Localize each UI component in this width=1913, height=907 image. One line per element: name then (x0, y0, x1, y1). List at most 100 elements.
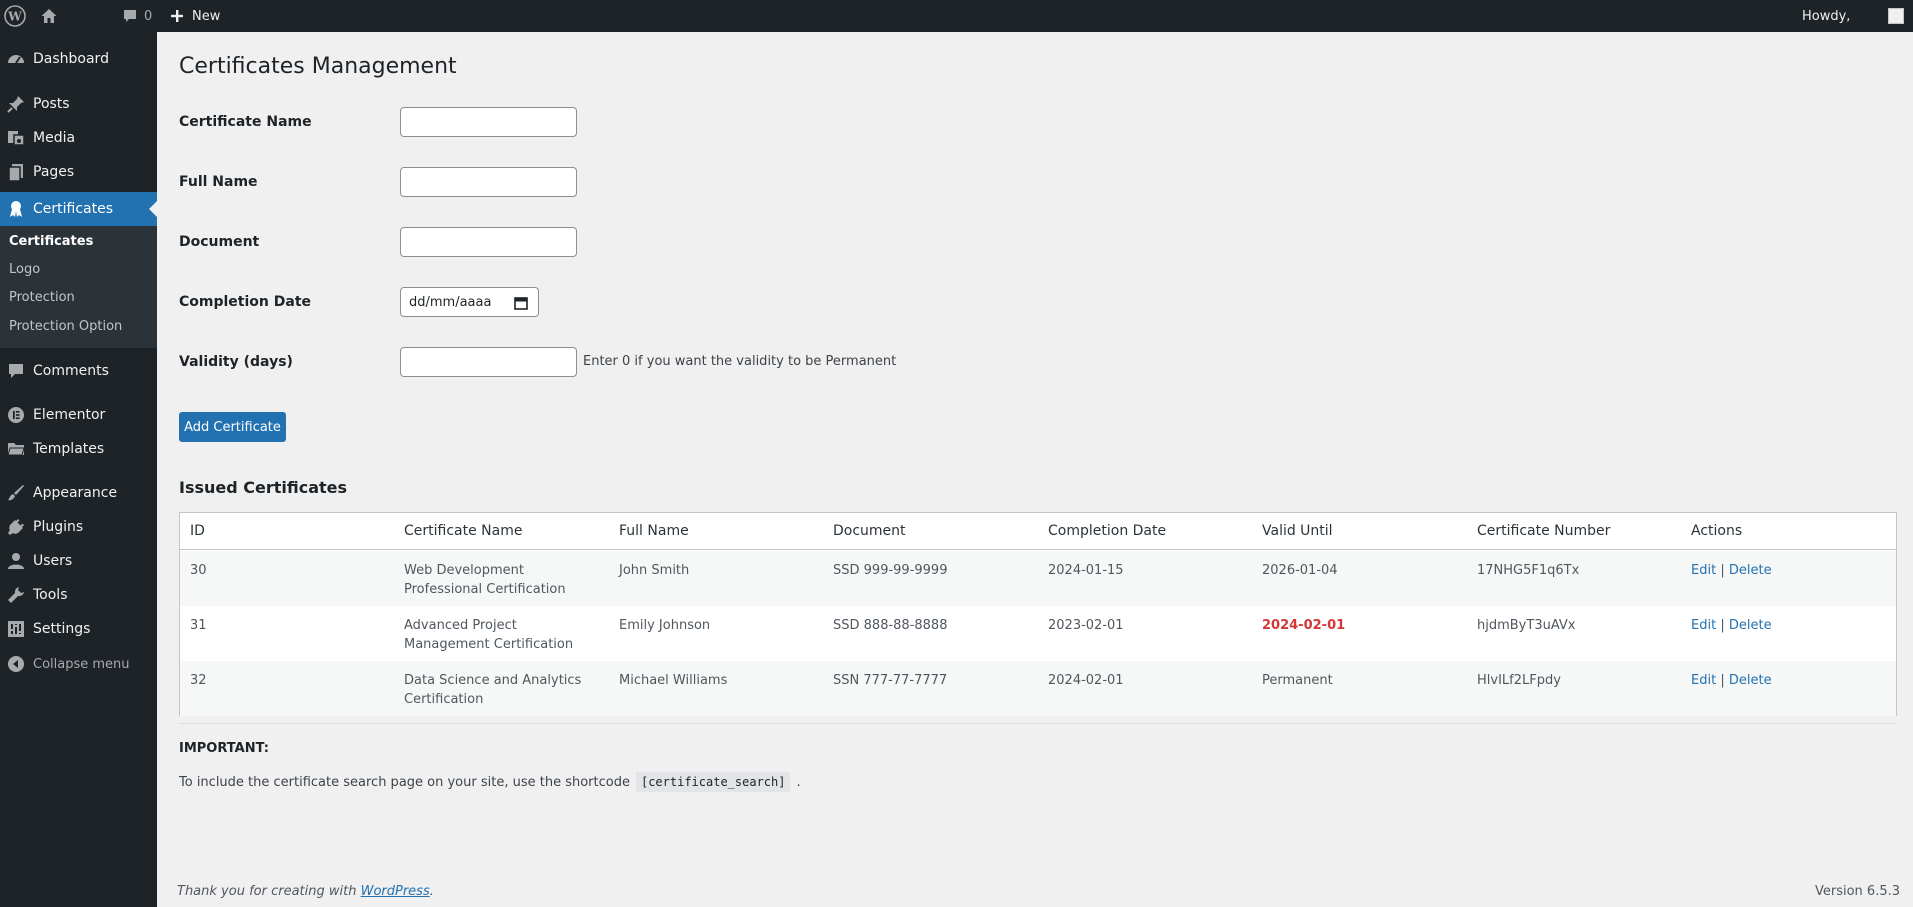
collapse-arrow-icon (6, 654, 26, 674)
shortcode: [certificate_search] (635, 772, 791, 792)
settings-icon (6, 619, 26, 639)
footer-thanks-suffix: . (429, 884, 434, 899)
comments-counter[interactable]: 0 (122, 0, 152, 32)
completion-date-input[interactable]: dd/mm/aaaa (400, 287, 539, 317)
submenu-item-protection[interactable]: Protection (9, 290, 75, 305)
admin-sidebar: Dashboard Posts Media Pages Certificates… (0, 32, 157, 907)
document-label: Document (179, 234, 260, 250)
column-header-actions: Actions (1691, 523, 1743, 539)
submenu-item-protection-option[interactable]: Protection Option (9, 319, 122, 334)
cell-full-name: Michael Williams (619, 673, 728, 688)
note-text: To include the certificate search page o… (179, 774, 630, 790)
cell-valid-until: 2026-01-04 (1262, 563, 1338, 578)
version-label: Version 6.5.3 (1814, 884, 1900, 899)
sidebar-item-media[interactable]: Media (0, 121, 157, 155)
delete-link[interactable]: Delete (1729, 673, 1772, 688)
cell-completion-date: 2023-02-01 (1048, 618, 1124, 633)
certificate-name-input[interactable] (400, 107, 577, 137)
sidebar-item-appearance[interactable]: Appearance (0, 476, 157, 510)
table-row: 31 Advanced Project Management Certifica… (180, 606, 1896, 661)
page-title: Certificates Management (179, 54, 457, 79)
certificates-table: ID Certificate Name Full Name Document C… (179, 512, 1897, 716)
cell-id: 32 (190, 673, 207, 688)
comments-count: 0 (144, 8, 153, 24)
sidebar-item-templates[interactable]: Templates (0, 432, 157, 466)
add-certificate-button[interactable]: Add Certificate (179, 412, 286, 442)
plus-icon (170, 9, 184, 23)
cell-valid-until-expired: 2024-02-01 (1262, 618, 1346, 633)
cell-full-name: John Smith (619, 563, 690, 578)
comment-icon (6, 361, 26, 381)
svg-text:W: W (7, 10, 22, 24)
submenu-item-logo[interactable]: Logo (9, 262, 40, 277)
dashboard-icon (6, 49, 26, 69)
column-header-full-name: Full Name (619, 523, 689, 539)
edit-link[interactable]: Edit (1691, 618, 1716, 633)
cell-certificate-name: Data Science and Analytics Certification (404, 673, 582, 707)
issued-certificates-title: Issued Certificates (179, 478, 348, 497)
wordpress-link[interactable]: WordPress (361, 884, 430, 899)
media-icon (6, 128, 26, 148)
sidebar-item-certificates[interactable]: Certificates (0, 192, 157, 226)
column-header-completion-date: Completion Date (1048, 523, 1167, 539)
section-divider (179, 723, 1897, 724)
table-row: 32 Data Science and Analytics Certificat… (180, 661, 1896, 716)
comment-bubble-icon (122, 8, 138, 24)
cell-actions: Edit | Delete (1691, 561, 1772, 580)
sidebar-item-users[interactable]: Users (0, 544, 157, 578)
user-icon (6, 551, 26, 571)
avatar[interactable] (1888, 0, 1904, 32)
wrench-icon (6, 585, 26, 605)
calendar-icon[interactable] (514, 296, 528, 314)
certificate-name-label: Certificate Name (179, 114, 312, 130)
submenu-item-certificates[interactable]: Certificates (9, 234, 93, 249)
cell-valid-until: Permanent (1262, 673, 1333, 688)
home-icon[interactable] (40, 0, 60, 32)
collapse-menu-button[interactable]: Collapse menu (0, 647, 157, 681)
column-header-id: ID (190, 523, 205, 539)
sidebar-item-tools[interactable]: Tools (0, 578, 157, 612)
validity-label: Validity (days) (179, 354, 293, 370)
document-input[interactable] (400, 227, 577, 257)
new-content-button[interactable]: New (170, 0, 220, 32)
sidebar-item-pages[interactable]: Pages (0, 155, 157, 189)
edit-link[interactable]: Edit (1691, 673, 1716, 688)
edit-link[interactable]: Edit (1691, 563, 1716, 578)
full-name-label: Full Name (179, 174, 258, 190)
admin-bar: W 0 New Howdy, (0, 0, 1913, 32)
sidebar-item-dashboard[interactable]: Dashboard (0, 42, 157, 76)
plug-icon (6, 517, 26, 537)
full-name-input[interactable] (400, 167, 577, 197)
cell-completion-date: 2024-01-15 (1048, 563, 1124, 578)
sidebar-item-plugins[interactable]: Plugins (0, 510, 157, 544)
validity-input[interactable] (400, 347, 577, 377)
sidebar-item-posts[interactable]: Posts (0, 87, 157, 121)
cell-id: 31 (190, 618, 207, 633)
column-header-certificate-name: Certificate Name (404, 523, 523, 539)
pin-icon (6, 94, 26, 114)
cell-certificate-number: 17NHG5F1q6Tx (1477, 563, 1580, 578)
cell-document: SSD 888-88-8888 (833, 618, 948, 633)
howdy-greeting[interactable]: Howdy, (1802, 0, 1850, 32)
cell-actions: Edit | Delete (1691, 616, 1772, 635)
sidebar-item-settings[interactable]: Settings (0, 612, 157, 646)
action-separator: | (1720, 618, 1725, 633)
brush-icon (6, 483, 26, 503)
sidebar-item-elementor[interactable]: Elementor (0, 398, 157, 432)
completion-date-label: Completion Date (179, 294, 312, 310)
elementor-icon (6, 405, 26, 425)
footer-thanks-prefix: Thank you for creating with (177, 884, 357, 899)
wordpress-logo-icon[interactable]: W (4, 0, 30, 32)
action-separator: | (1720, 563, 1725, 578)
cell-certificate-number: HlvILf2LFpdy (1477, 673, 1561, 688)
note-period: . (796, 774, 801, 790)
award-icon (6, 199, 26, 219)
folder-icon (6, 439, 26, 459)
sidebar-item-comments[interactable]: Comments (0, 354, 157, 388)
validity-hint: Enter 0 if you want the validity to be P… (583, 354, 897, 369)
important-label: IMPORTANT: (179, 741, 269, 756)
delete-link[interactable]: Delete (1729, 563, 1772, 578)
cell-id: 30 (190, 563, 207, 578)
cell-document: SSD 999-99-9999 (833, 563, 948, 578)
delete-link[interactable]: Delete (1729, 618, 1772, 633)
